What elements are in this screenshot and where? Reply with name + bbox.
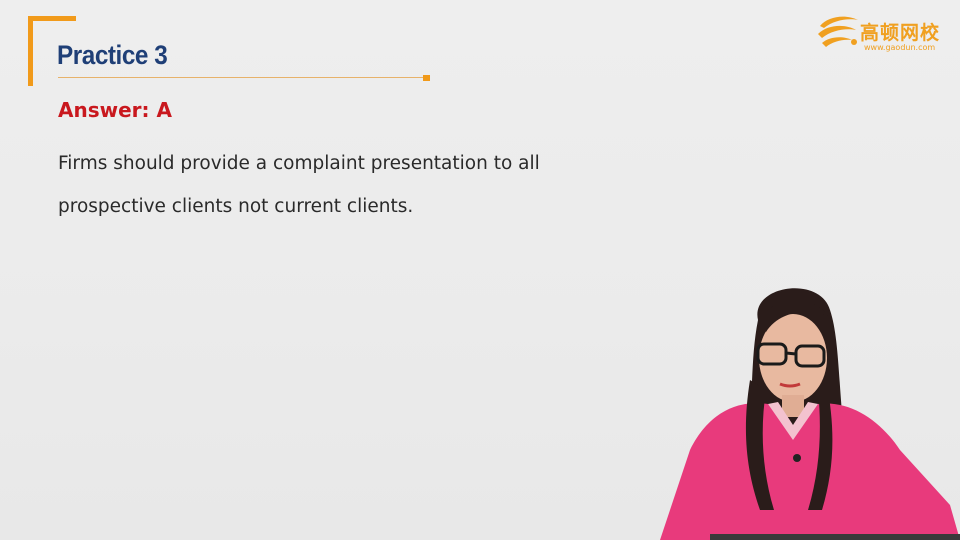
explanation-text: Firms should provide a complaint present… — [58, 142, 618, 228]
title-underline — [58, 77, 426, 78]
logo-chinese-name: 高顿网校 — [860, 22, 941, 44]
gaodun-wave-logo-icon — [818, 16, 858, 47]
presenter-video-person — [660, 288, 960, 540]
slide-title: Practice 3 — [57, 40, 168, 70]
logo-url: www.gaodun.com — [864, 43, 936, 52]
explanation-line-1: Firms should provide a complaint present… — [58, 153, 540, 174]
bracket-vertical — [28, 16, 33, 86]
gaodun-logo: 高顿网校 www.gaodun.com — [816, 12, 948, 56]
bracket-horizontal — [28, 16, 76, 21]
slide-canvas: Practice 3 Answer: A Firms should provid… — [0, 0, 960, 540]
title-underline-end-mark — [423, 75, 430, 81]
explanation-line-2: prospective clients not current clients. — [58, 196, 414, 217]
answer-label: Answer: A — [58, 98, 172, 122]
